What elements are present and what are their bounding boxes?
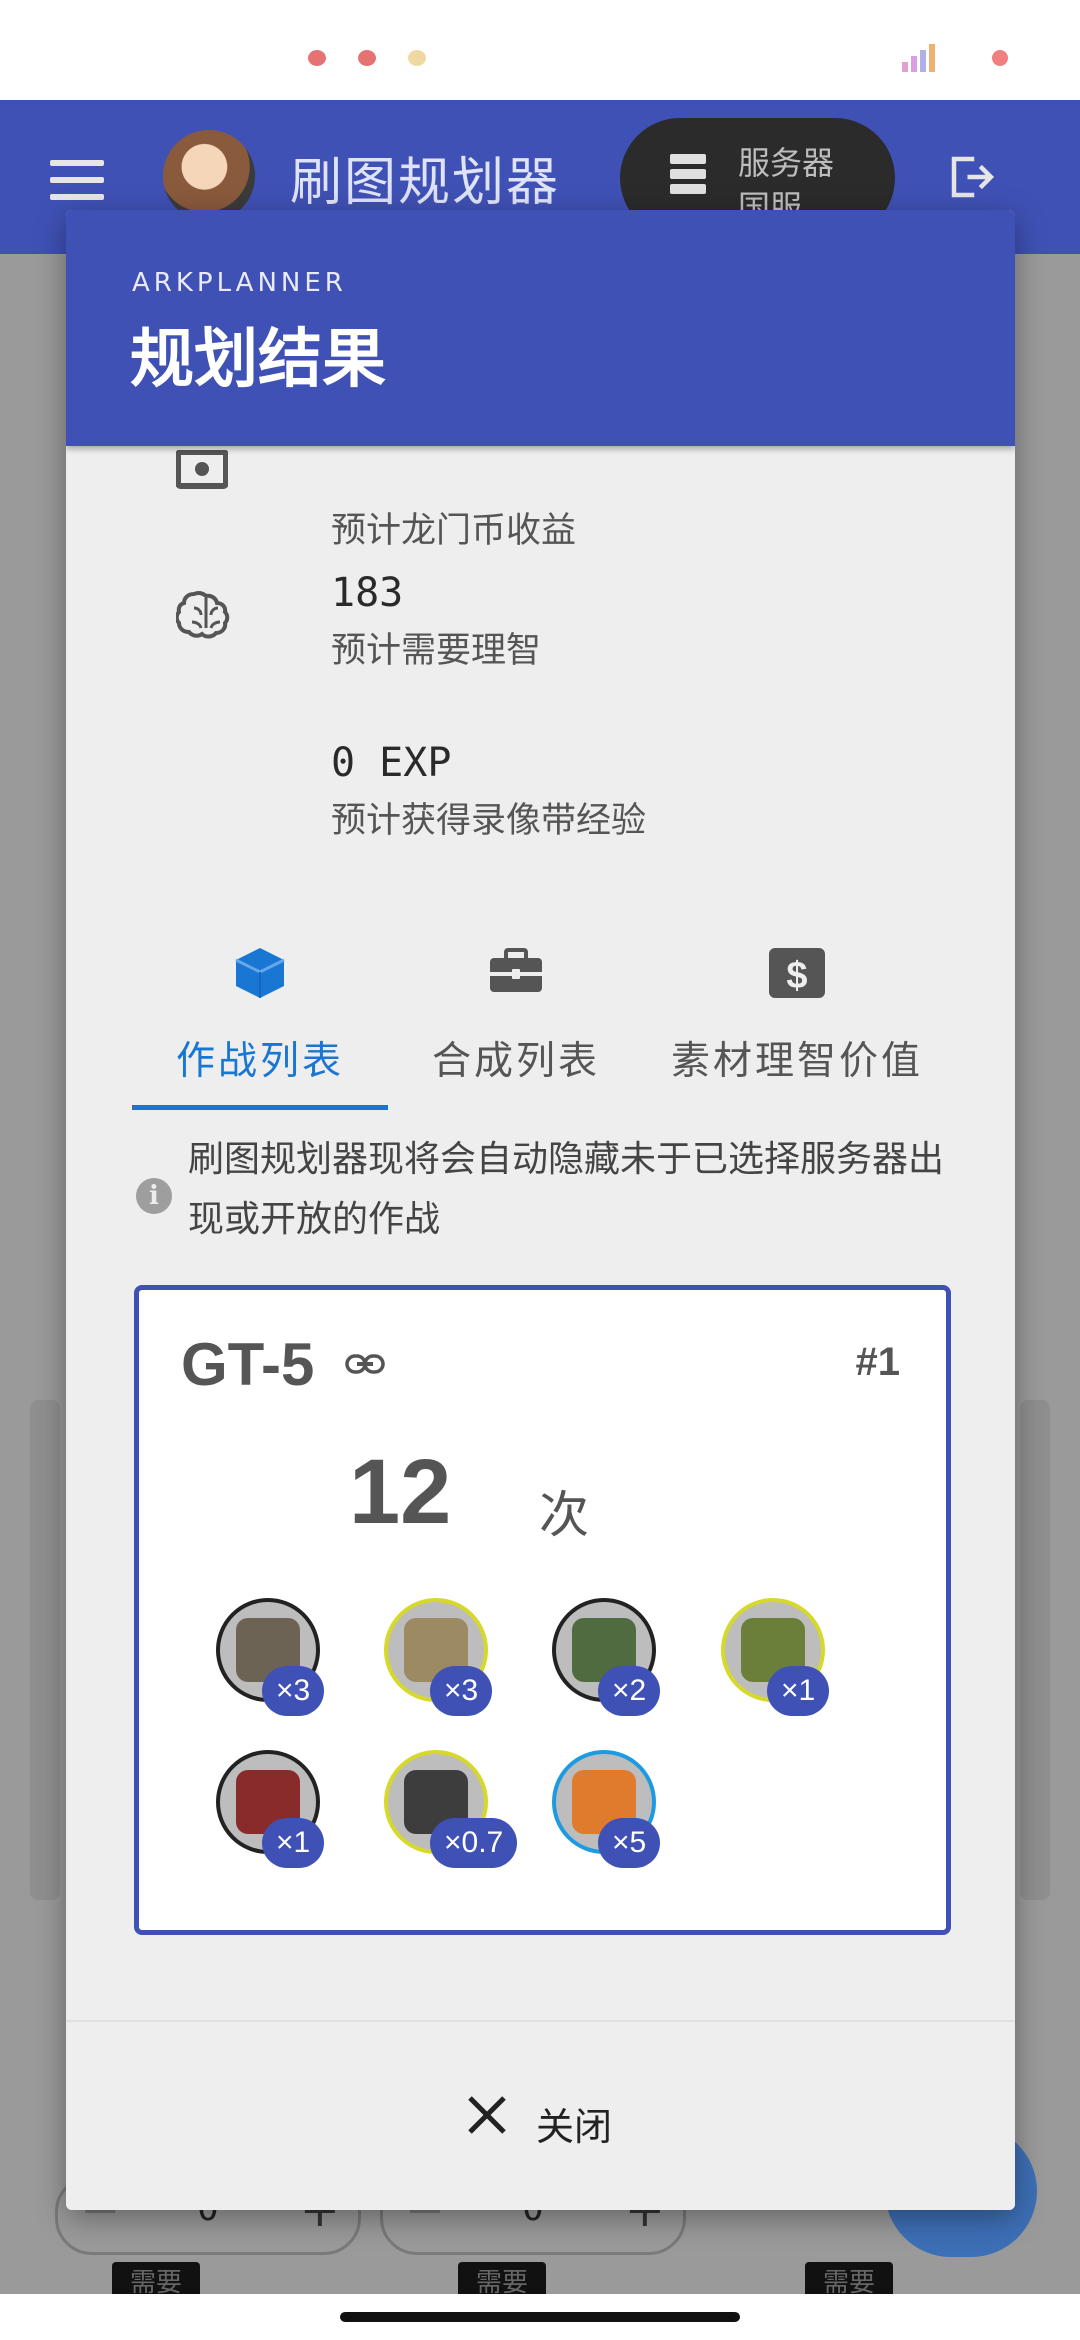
active-tab-indicator (132, 1105, 388, 1110)
logout-icon[interactable] (945, 150, 999, 204)
link-icon[interactable] (345, 1353, 385, 1375)
close-icon (468, 2096, 506, 2134)
drop-item[interactable]: ×1 (721, 1598, 841, 1718)
stage-times: 12 (349, 1441, 452, 1543)
drop-item[interactable]: ×3 (384, 1598, 504, 1718)
tab-label: 作战列表 (175, 1039, 344, 1084)
stat-label: 预计获得录像带经验 (331, 801, 647, 841)
menu-icon[interactable] (50, 160, 104, 200)
close-button[interactable]: 关闭 (466, 2082, 686, 2162)
tab-label: 素材理智价值 (670, 1039, 923, 1084)
avatar (163, 130, 255, 222)
drop-quantity: ×5 (598, 1818, 661, 1868)
drop-quantity: ×3 (262, 1666, 325, 1716)
stat-value: 0 EXP (331, 740, 452, 786)
plan-result-dialog: ARKPLANNER 规划结果 预计龙门币收益 183 预计需要理智 0 EXP… (66, 210, 1015, 2210)
result-tabs: 作战列表 合成列表 $ 素材理智价值 (132, 930, 950, 1110)
info-icon: i (136, 1178, 172, 1214)
drop-item[interactable]: ×5 (552, 1750, 672, 1870)
signal-icon (902, 44, 935, 72)
stage-code: GT-5 (181, 1331, 315, 1398)
drop-quantity: ×3 (430, 1666, 493, 1716)
server-icon (670, 154, 706, 198)
stage-times-unit: 次 (539, 1486, 589, 1544)
tab-label: 合成列表 (431, 1039, 600, 1084)
tab-material-value[interactable]: $ 素材理智价值 (644, 930, 950, 1100)
drop-quantity: ×0.7 (430, 1818, 518, 1868)
dollar-icon: $ (769, 948, 825, 998)
drop-item[interactable]: ×1 (216, 1750, 336, 1870)
server-label: 服务器 (738, 144, 835, 182)
dialog-footer: 关闭 (66, 2020, 1015, 2210)
stat-label: 预计龙门币收益 (331, 511, 577, 551)
drop-quantity: ×2 (598, 1666, 661, 1716)
drop-quantity: ×1 (767, 1666, 830, 1716)
stage-card[interactable]: GT-5 #1 12 次 ×3 ×3 ×2 ×1 ×1 ×0.7 ×5 (134, 1285, 951, 1935)
app-title: 刷图规划器 (290, 153, 561, 213)
cash-icon (176, 450, 228, 489)
notification-icon (408, 50, 426, 66)
stat-value: 183 (331, 570, 404, 616)
stat-label: 预计需要理智 (331, 631, 542, 671)
home-indicator[interactable] (340, 2312, 740, 2322)
info-text: 刷图规划器现将会自动隐藏未于已选择服务器出现或开放的作战 (188, 1139, 945, 1240)
drop-item[interactable]: ×2 (552, 1598, 672, 1718)
notification-icon (308, 50, 326, 66)
notification-icon (358, 50, 376, 66)
drop-quantity: ×1 (262, 1818, 325, 1868)
drop-item[interactable]: ×3 (216, 1598, 336, 1718)
dialog-header: ARKPLANNER 规划结果 (66, 210, 1015, 446)
status-bar (0, 0, 1080, 100)
battery-icon (992, 50, 1008, 66)
tab-synthesis[interactable]: 合成列表 (388, 930, 644, 1100)
dialog-title: 规划结果 (130, 323, 386, 397)
drop-item[interactable]: ×0.7 (384, 1750, 518, 1870)
dialog-kicker: ARKPLANNER (132, 268, 347, 298)
cube-icon (235, 948, 285, 998)
background-card (1020, 1400, 1050, 1900)
svg-text:$: $ (786, 955, 807, 997)
toolbox-icon (490, 948, 542, 992)
brain-icon (176, 590, 230, 639)
close-label: 关闭 (536, 2105, 613, 2149)
background-card (30, 1400, 60, 1900)
tab-stages[interactable]: 作战列表 (132, 930, 388, 1100)
stage-rank: #1 (855, 1340, 901, 1384)
